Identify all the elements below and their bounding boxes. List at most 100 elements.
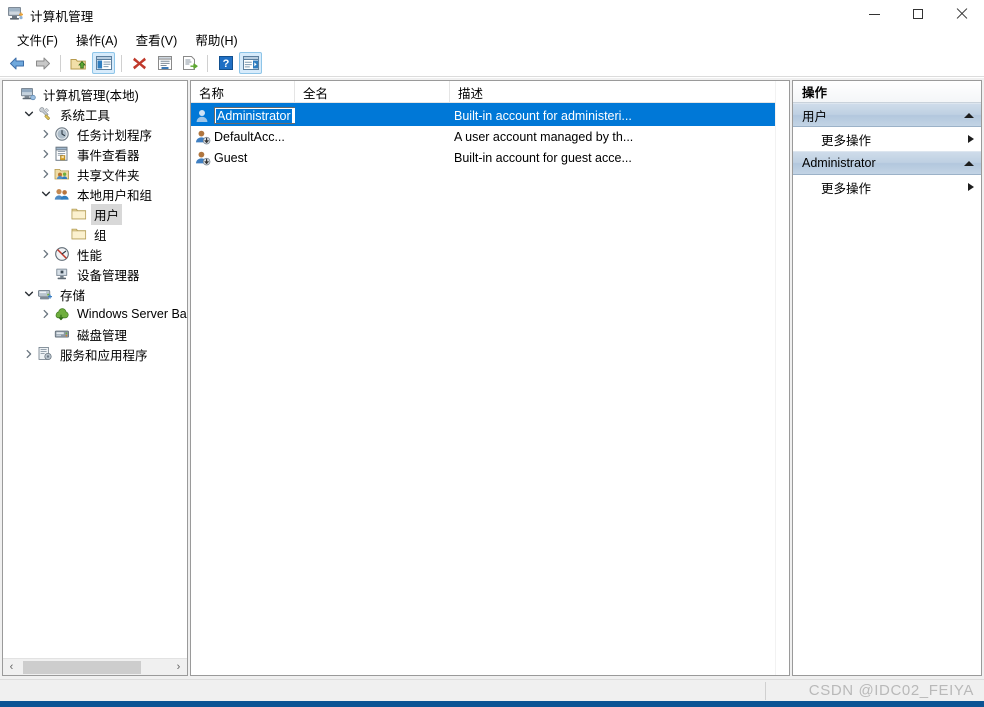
tree-item-label: 本地用户和组 [77, 188, 153, 203]
delete-button[interactable] [128, 52, 151, 74]
actions-section-users-label: 用户 [802, 109, 828, 124]
close-icon [956, 8, 968, 20]
user-account-disabled-icon [195, 129, 211, 145]
minimize-button[interactable] [852, 0, 896, 28]
chevron-down-icon[interactable] [22, 104, 36, 124]
tree-item-13[interactable]: 服务和应用程序 [3, 344, 187, 364]
device-manager-icon [53, 265, 71, 283]
computer-management-icon [7, 5, 25, 23]
list-column-headers: 名称 全名 描述 [191, 81, 789, 103]
export-list-button[interactable] [178, 52, 201, 74]
maximize-button[interactable] [896, 0, 940, 28]
event-viewer-icon [55, 146, 68, 161]
chevron-right-icon[interactable] [39, 124, 53, 144]
performance-icon [55, 247, 69, 261]
clock-icon [53, 125, 71, 143]
more-actions-users-label: 更多操作 [821, 133, 872, 148]
column-header-fullname[interactable]: 全名 [295, 81, 450, 103]
tree-item-1[interactable]: 系统工具 [3, 104, 187, 124]
actions-section-users[interactable]: 用户 [793, 103, 981, 127]
tree-item-4[interactable]: 共享文件夹 [3, 164, 187, 184]
scroll-right-arrow-icon[interactable]: › [170, 659, 187, 676]
windows-server-backup-icon [53, 305, 71, 323]
table-row[interactable]: Guest Built-in account for guest acce... [191, 147, 789, 168]
close-button[interactable] [940, 0, 984, 28]
chevron-right-icon[interactable] [39, 164, 53, 184]
tree-item-6[interactable]: 用户 [3, 203, 187, 225]
cell-name-label: Guest [214, 150, 248, 165]
tree-pane-icon [95, 56, 112, 70]
properties-icon [157, 56, 172, 70]
users-list-rows[interactable]: Administrator Built-in account for admini… [191, 105, 789, 168]
show-hide-tree-button[interactable] [92, 52, 115, 74]
more-actions-users[interactable]: 更多操作 [793, 127, 981, 151]
table-row[interactable]: Administrator Built-in account for admini… [191, 105, 789, 126]
tree-item-10[interactable]: 存储 [3, 284, 187, 304]
tree-horizontal-scrollbar[interactable]: ‹ › [3, 658, 187, 675]
scroll-track[interactable] [20, 659, 170, 676]
forward-button[interactable] [31, 52, 54, 74]
status-bar: CSDN @IDC02_FEIYA [0, 679, 984, 701]
list-vertical-scrollbar[interactable] [775, 81, 789, 675]
cell-name-label: DefaultAcc... [214, 129, 285, 144]
cell-name: Administrator [191, 107, 295, 124]
properties-button[interactable] [153, 52, 176, 74]
rename-input[interactable]: Administrator [214, 107, 295, 124]
toolbar: ? [0, 50, 984, 77]
up-folder-button[interactable] [67, 52, 90, 74]
tree-item-8[interactable]: 性能 [3, 244, 187, 264]
tree-item-7[interactable]: 组 [3, 224, 187, 244]
menu-help[interactable]: 帮助(H) [186, 28, 246, 51]
tree-item-label: 任务计划程序 [77, 128, 153, 143]
menu-file[interactable]: 文件(F) [8, 28, 67, 51]
tree-item-label: 服务和应用程序 [60, 348, 148, 363]
action-pane-icon [242, 56, 259, 70]
chevron-right-icon[interactable] [22, 344, 36, 364]
table-row[interactable]: DefaultAcc... A user account managed by t… [191, 126, 789, 147]
back-arrow-icon [10, 57, 24, 69]
navigation-tree[interactable]: 计算机管理(本地) 系统工具任务计划程序 事件查看器 共享文件夹本地用户和组 用户组性能… [3, 81, 187, 657]
back-button[interactable] [6, 52, 29, 74]
storage-icon [37, 290, 52, 300]
tree-item-3[interactable]: 事件查看器 [3, 144, 187, 164]
tree-item-9[interactable]: 设备管理器 [3, 264, 187, 284]
tree-item-11[interactable]: Windows Server Back [3, 304, 187, 324]
chevron-up-icon[interactable] [964, 160, 974, 166]
chevron-up-icon[interactable] [964, 112, 974, 118]
cell-description: Built-in account for guest acce... [454, 150, 632, 165]
tree-item-label: 用户 [91, 203, 123, 225]
title-bar: 计算机管理 [0, 0, 984, 28]
tree-item-label: 系统工具 [60, 108, 111, 123]
column-header-description[interactable]: 描述 [450, 81, 780, 103]
help-button[interactable]: ? [214, 52, 237, 74]
tree-item-5[interactable]: 本地用户和组 [3, 184, 187, 204]
tree-item-label: Windows Server Back [77, 307, 187, 321]
user-account-disabled-icon [196, 130, 211, 144]
chevron-down-icon[interactable] [22, 284, 36, 304]
tree-item-12[interactable]: 磁盘管理 [3, 324, 187, 344]
menu-action[interactable]: 操作(A) [67, 28, 127, 51]
scroll-left-arrow-icon[interactable]: ‹ [3, 659, 20, 676]
menu-view[interactable]: 查看(V) [127, 28, 187, 51]
scroll-thumb[interactable] [23, 660, 141, 674]
disk-management-icon [54, 330, 69, 338]
chevron-right-icon[interactable] [39, 304, 53, 324]
actions-section-administrator[interactable]: Administrator [793, 151, 981, 175]
question-mark-icon: ? [218, 56, 233, 70]
chevron-down-icon[interactable] [39, 184, 53, 204]
toolbar-separator [207, 54, 208, 72]
tree-item-2[interactable]: 任务计划程序 [3, 124, 187, 144]
cell-name: DefaultAcc... [191, 129, 295, 145]
watermark-text: CSDN @IDC02_FEIYA [808, 682, 974, 699]
minimize-icon [868, 13, 880, 15]
column-header-name[interactable]: 名称 [191, 81, 295, 103]
chevron-right-icon[interactable] [39, 144, 53, 164]
show-hide-action-pane-button[interactable] [239, 52, 262, 74]
clock-icon [55, 127, 69, 141]
more-actions-administrator[interactable]: 更多操作 [793, 175, 981, 199]
tree-item-0[interactable]: 计算机管理(本地) [3, 84, 187, 104]
chevron-right-icon[interactable] [39, 244, 53, 264]
menu-bar: 文件(F) 操作(A) 查看(V) 帮助(H) [0, 28, 984, 50]
